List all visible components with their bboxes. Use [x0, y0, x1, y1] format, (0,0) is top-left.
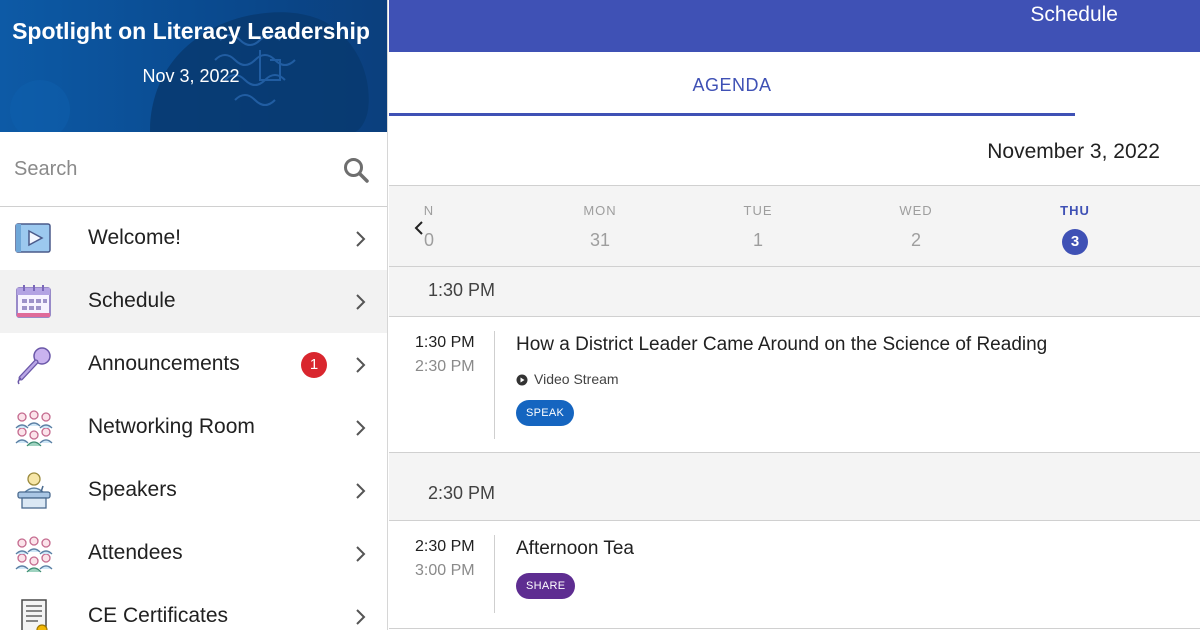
event-banner: Spotlight on Literacy Leadership Nov 3, … [0, 0, 387, 132]
session-tag: SHARE [516, 573, 576, 599]
session-tag: SPEAK [516, 400, 575, 426]
day-number: 31 [589, 230, 611, 250]
sidebar-item-label: Announcements [88, 352, 240, 375]
sidebar-item-schedule[interactable]: Schedule [0, 270, 387, 333]
calendar-icon [16, 285, 51, 318]
session-card[interactable]: 1:30 PM 2:30 PM How a District Leader Ca… [389, 317, 1200, 453]
chevron-right-icon [356, 609, 366, 625]
timeslot-label: 1:30 PM [428, 280, 496, 300]
day-sun[interactable]: N 0 [411, 186, 491, 266]
app-header: Schedule [389, 0, 1200, 52]
day-number: 0 [423, 230, 434, 250]
week-strip: N 0 MON 31 TUE 1 WED 2 THU 3 [389, 186, 1200, 267]
microphone-icon [17, 347, 51, 385]
timeslot-header: 1:30 PM [389, 267, 1200, 317]
day-thu-selected[interactable]: THU 3 [1035, 186, 1115, 266]
day-name: N [423, 203, 435, 218]
sidebar-item-label: Schedule [88, 289, 176, 312]
chevron-right-icon [356, 546, 366, 562]
sidebar-item-ce-certificates[interactable]: CE Certificates [0, 585, 387, 630]
sidebar-item-attendees[interactable]: Attendees [0, 522, 387, 585]
search-input[interactable] [14, 152, 314, 186]
sidebar-item-announcements[interactable]: Announcements 1 [0, 333, 387, 396]
chevron-right-icon [356, 483, 366, 499]
video-play-icon [15, 223, 51, 253]
session-end-time: 3:00 PM [415, 562, 475, 579]
session-location-label: Video Stream [534, 371, 619, 387]
day-name: TUE [743, 203, 773, 218]
day-name: THU [1060, 203, 1090, 218]
day-number: 1 [752, 230, 763, 250]
day-name: MON [583, 203, 617, 218]
podium-icon [17, 472, 51, 509]
page-title: Schedule [1030, 3, 1118, 26]
sidebar-item-label: Networking Room [88, 415, 255, 438]
tab-bar: AGENDA [389, 52, 1200, 116]
play-circle-icon [516, 374, 528, 386]
day-number: 2 [910, 230, 921, 250]
session-start-time: 2:30 PM [415, 538, 475, 555]
chevron-right-icon [356, 420, 366, 436]
sidebar-item-welcome[interactable]: Welcome! [0, 207, 387, 270]
people-icon [15, 536, 53, 573]
chevron-right-icon [356, 231, 366, 247]
event-date: Nov 3, 2022 [142, 66, 240, 86]
event-title: Spotlight on Literacy Leadership [12, 18, 370, 44]
sidebar-item-label: Welcome! [88, 226, 181, 249]
chevron-right-icon [356, 357, 366, 373]
day-name: WED [899, 203, 933, 218]
date-heading: November 3, 2022 [987, 140, 1160, 163]
certificate-icon [21, 599, 48, 630]
sidebar: Spotlight on Literacy Leadership Nov 3, … [0, 0, 388, 630]
session-divider [494, 331, 495, 439]
session-title[interactable]: Afternoon Tea [516, 538, 634, 560]
day-tue[interactable]: TUE 1 [718, 186, 798, 266]
session-title[interactable]: How a District Leader Came Around on the… [516, 334, 1047, 356]
session-divider [494, 535, 495, 613]
session-location: Video Stream [516, 371, 619, 387]
notification-badge: 1 [301, 352, 327, 378]
session-end-time: 2:30 PM [415, 358, 475, 375]
sidebar-item-label: CE Certificates [88, 604, 229, 627]
group-icon [15, 410, 53, 447]
timeslot-label: 2:30 PM [428, 483, 496, 503]
tab-label: AGENDA [692, 75, 772, 95]
session-start-time: 1:30 PM [415, 334, 475, 351]
sidebar-item-speakers[interactable]: Speakers [0, 459, 387, 522]
day-number: 3 [1062, 229, 1088, 255]
sidebar-item-label: Speakers [88, 478, 177, 501]
timeslot-header: 2:30 PM [389, 453, 1200, 521]
day-mon[interactable]: MON 31 [560, 186, 640, 266]
day-wed[interactable]: WED 2 [876, 186, 956, 266]
session-card[interactable]: 2:30 PM 3:00 PM Afternoon Tea SHARE [389, 521, 1200, 629]
date-heading-bar: November 3, 2022 [389, 116, 1200, 186]
search-bar [0, 132, 387, 207]
chevron-right-icon [356, 294, 366, 310]
search-icon[interactable] [343, 157, 369, 183]
sidebar-item-networking-room[interactable]: Networking Room [0, 396, 387, 459]
tab-agenda[interactable]: AGENDA [389, 52, 1075, 116]
sidebar-item-label: Attendees [88, 541, 183, 564]
